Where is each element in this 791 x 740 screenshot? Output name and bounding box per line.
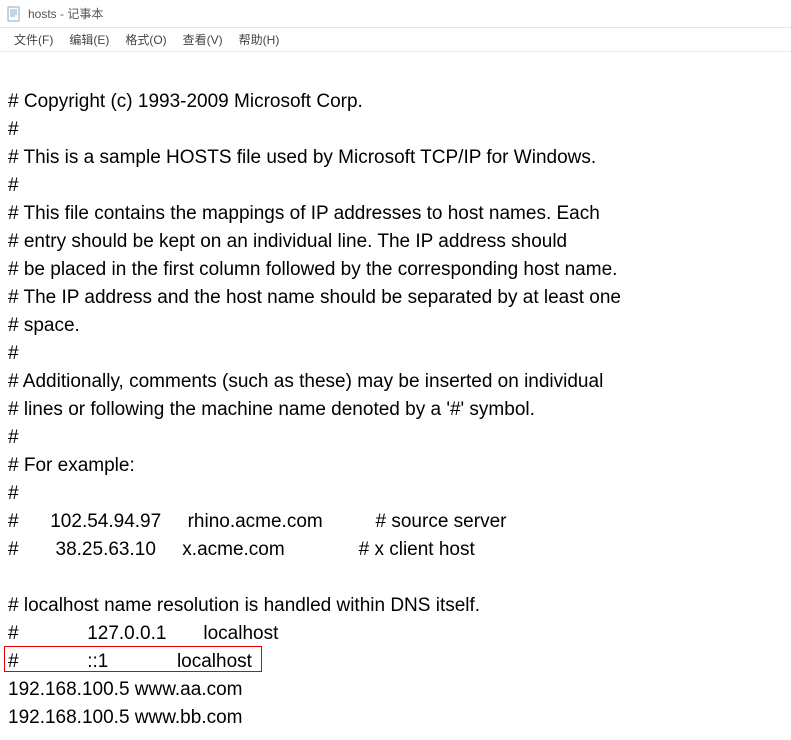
editor-line: # (8, 116, 783, 144)
window-title: hosts - 记事本 (28, 5, 103, 22)
titlebar: hosts - 记事本 (0, 0, 791, 28)
editor-line (8, 564, 783, 592)
editor-line: # Additionally, comments (such as these)… (8, 368, 783, 396)
menubar: 文件(F) 编辑(E) 格式(O) 查看(V) 帮助(H) (0, 28, 791, 52)
editor-line: # lines or following the machine name de… (8, 396, 783, 424)
editor-line: # The IP address and the host name shoul… (8, 284, 783, 312)
editor-line: # ::1 localhost (8, 648, 783, 676)
editor-line: # be placed in the first column followed… (8, 256, 783, 284)
editor-line: # (8, 340, 783, 368)
editor-line: # localhost name resolution is handled w… (8, 592, 783, 620)
editor-line: # Copyright (c) 1993-2009 Microsoft Corp… (8, 88, 783, 116)
menu-edit[interactable]: 编辑(E) (61, 29, 117, 50)
editor-line: # This file contains the mappings of IP … (8, 200, 783, 228)
menu-format[interactable]: 格式(O) (117, 29, 174, 50)
editor-line: # 127.0.0.1 localhost (8, 620, 783, 648)
notepad-icon (6, 6, 22, 22)
editor-line: # 102.54.94.97 rhino.acme.com # source s… (8, 508, 783, 536)
editor-line: # (8, 480, 783, 508)
menu-file[interactable]: 文件(F) (6, 29, 61, 50)
menu-help[interactable]: 帮助(H) (231, 29, 288, 50)
editor-line: # space. (8, 312, 783, 340)
editor-line: 192.168.100.5 www.aa.com (8, 676, 783, 704)
menu-view[interactable]: 查看(V) (175, 29, 231, 50)
editor-line: # (8, 424, 783, 452)
editor-line: # 38.25.63.10 x.acme.com # x client host (8, 536, 783, 564)
editor-line: # (8, 172, 783, 200)
text-editor[interactable]: # Copyright (c) 1993-2009 Microsoft Corp… (0, 52, 791, 740)
editor-line: 192.168.100.5 www.bb.com (8, 704, 783, 732)
editor-line: # This is a sample HOSTS file used by Mi… (8, 144, 783, 172)
editor-line: # For example: (8, 452, 783, 480)
editor-line: # entry should be kept on an individual … (8, 228, 783, 256)
